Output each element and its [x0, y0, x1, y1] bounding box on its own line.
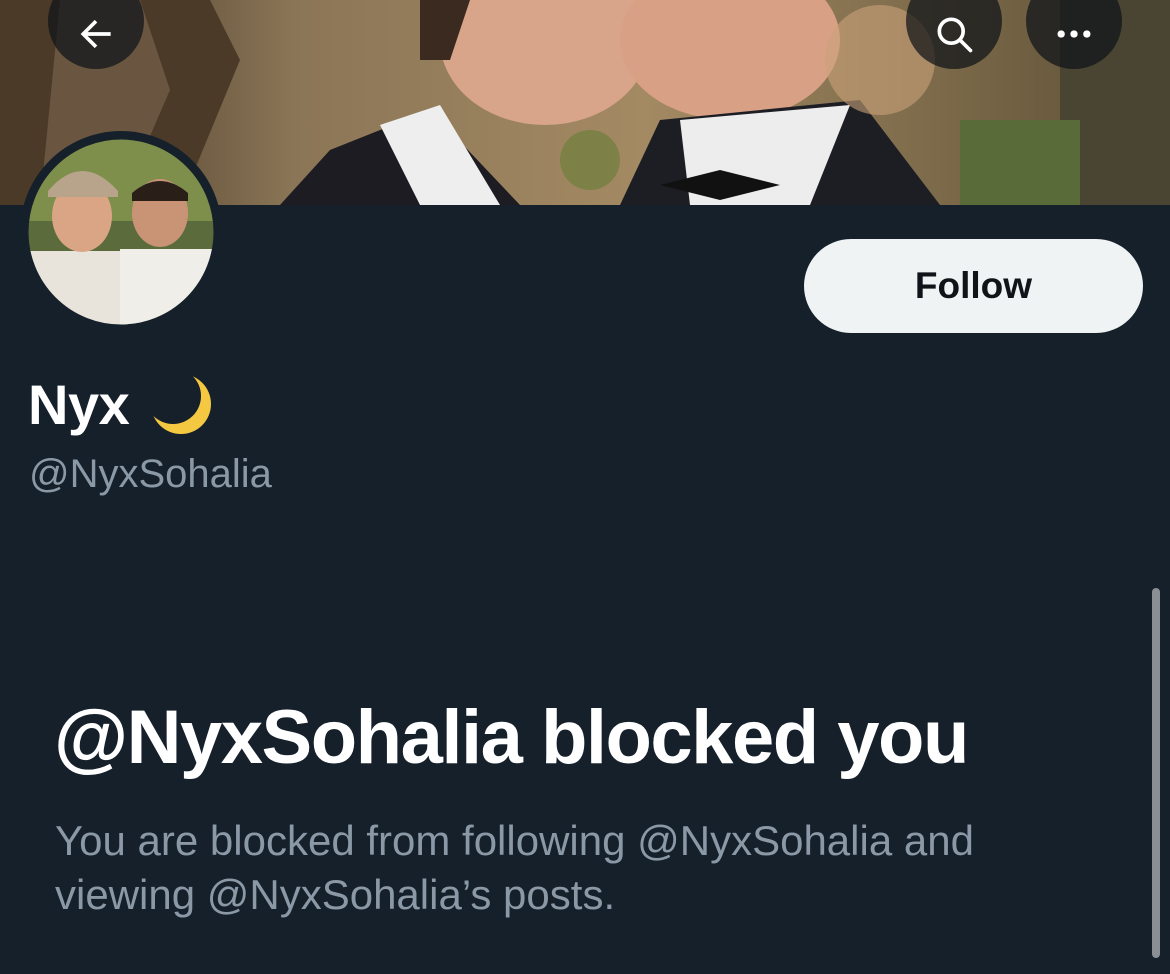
- blocked-description: You are blocked from following @NyxSohal…: [55, 817, 974, 918]
- search-icon: [937, 17, 973, 53]
- avatar-photo: [23, 134, 219, 330]
- blocked-title: @NyxSohalia blocked you: [54, 695, 969, 780]
- profile-avatar[interactable]: [20, 131, 222, 333]
- more-horizontal-icon: [1057, 30, 1091, 38]
- scrollbar[interactable]: [1152, 588, 1160, 958]
- arrow-left-icon: [80, 19, 111, 49]
- display-name: Nyx: [28, 372, 130, 436]
- profile-name-row: Nyx: [28, 366, 215, 442]
- follow-button[interactable]: Follow: [804, 239, 1143, 333]
- profile-handle: @NyxSohalia: [29, 452, 272, 496]
- crescent-moon-icon: [151, 374, 212, 434]
